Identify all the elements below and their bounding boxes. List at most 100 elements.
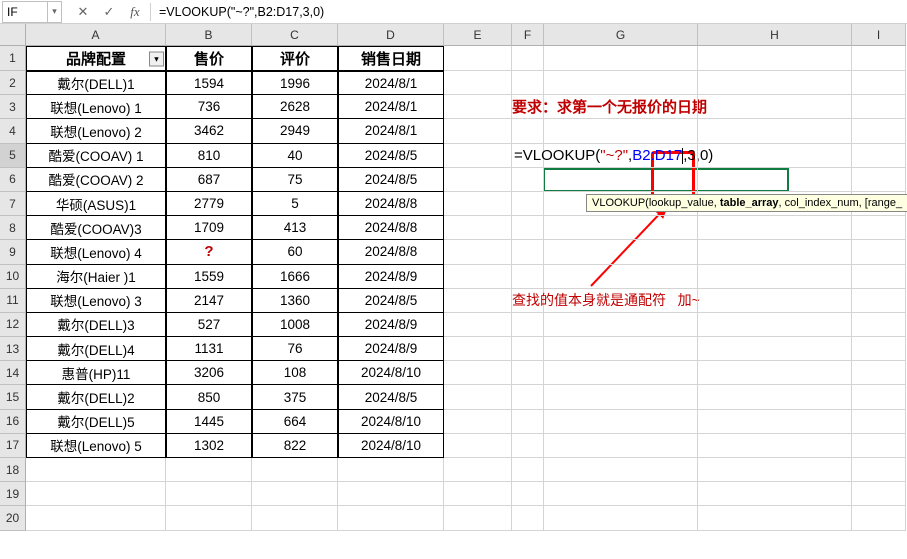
cell-I9[interactable]	[852, 240, 906, 264]
cell-B13[interactable]: 1131	[166, 337, 252, 361]
row-header-14[interactable]: 14	[0, 361, 26, 385]
cell-B10[interactable]: 1559	[166, 265, 252, 289]
row-header-13[interactable]: 13	[0, 337, 26, 361]
row-header-8[interactable]: 8	[0, 216, 26, 240]
cell-E11[interactable]	[444, 289, 512, 313]
cell-B15[interactable]: 850	[166, 385, 252, 409]
cell-D5[interactable]: 2024/8/5	[338, 144, 444, 168]
row-header-19[interactable]: 19	[0, 482, 26, 506]
cell-G5[interactable]	[544, 144, 698, 168]
cell-E16[interactable]	[444, 410, 512, 434]
cell-E2[interactable]	[444, 71, 512, 95]
cell-F5[interactable]: =VLOOKUP("~?",B2:D17,3,0)	[512, 144, 544, 168]
cell-I11[interactable]	[852, 289, 906, 313]
cell-D13[interactable]: 2024/8/9	[338, 337, 444, 361]
cell-A2[interactable]: 戴尔(DELL)1	[26, 71, 166, 95]
cell-B6[interactable]: 687	[166, 168, 252, 192]
cell-D15[interactable]: 2024/8/5	[338, 385, 444, 409]
cell-F6[interactable]	[512, 168, 544, 192]
cell-C10[interactable]: 1666	[252, 265, 338, 289]
cell-C7[interactable]: 5	[252, 192, 338, 216]
cell-H18[interactable]	[698, 458, 852, 482]
cell-F12[interactable]	[512, 313, 544, 337]
cell-I20[interactable]	[852, 506, 906, 530]
cell-I8[interactable]	[852, 216, 906, 240]
cell-I13[interactable]	[852, 337, 906, 361]
cell-A14[interactable]: 惠普(HP)11	[26, 361, 166, 385]
cell-D3[interactable]: 2024/8/1	[338, 95, 444, 119]
cell-C14[interactable]: 108	[252, 361, 338, 385]
cell-I1[interactable]	[852, 46, 906, 71]
cell-D19[interactable]	[338, 482, 444, 506]
cell-G8[interactable]	[544, 216, 698, 240]
cell-H15[interactable]	[698, 385, 852, 409]
cell-C13[interactable]: 76	[252, 337, 338, 361]
cell-D12[interactable]: 2024/8/9	[338, 313, 444, 337]
cell-A18[interactable]	[26, 458, 166, 482]
cell-H13[interactable]	[698, 337, 852, 361]
cell-A16[interactable]: 戴尔(DELL)5	[26, 410, 166, 434]
cell-B4[interactable]: 3462	[166, 119, 252, 143]
cell-F8[interactable]	[512, 216, 544, 240]
cell-G14[interactable]	[544, 361, 698, 385]
cell-A13[interactable]: 戴尔(DELL)4	[26, 337, 166, 361]
cell-I12[interactable]	[852, 313, 906, 337]
row-header-5[interactable]: 5	[0, 144, 26, 168]
cell-D14[interactable]: 2024/8/10	[338, 361, 444, 385]
cell-D17[interactable]: 2024/8/10	[338, 434, 444, 458]
cell-B8[interactable]: 1709	[166, 216, 252, 240]
row-header-15[interactable]: 15	[0, 385, 26, 409]
cell-G12[interactable]	[544, 313, 698, 337]
cell-D4[interactable]: 2024/8/1	[338, 119, 444, 143]
cell-H16[interactable]	[698, 410, 852, 434]
cell-E10[interactable]	[444, 265, 512, 289]
cell-F2[interactable]	[512, 71, 544, 95]
cell-G16[interactable]	[544, 410, 698, 434]
fx-icon[interactable]: fx	[122, 1, 148, 23]
cell-I2[interactable]	[852, 71, 906, 95]
cell-C4[interactable]: 2949	[252, 119, 338, 143]
cell-G13[interactable]	[544, 337, 698, 361]
cell-A9[interactable]: 联想(Lenovo) 4	[26, 240, 166, 264]
cell-A6[interactable]: 酷爱(COOAV) 2	[26, 168, 166, 192]
formula-input[interactable]: =VLOOKUP("~?",B2:D17,3,0)	[153, 1, 907, 23]
cell-C19[interactable]	[252, 482, 338, 506]
cell-A3[interactable]: 联想(Lenovo) 1	[26, 95, 166, 119]
cell-E5[interactable]	[444, 144, 512, 168]
cell-B18[interactable]	[166, 458, 252, 482]
cell-D8[interactable]: 2024/8/8	[338, 216, 444, 240]
cell-C20[interactable]	[252, 506, 338, 530]
cell-H10[interactable]	[698, 265, 852, 289]
cell-G11[interactable]	[544, 289, 698, 313]
cell-H2[interactable]	[698, 71, 852, 95]
cell-A8[interactable]: 酷爱(COOAV)3	[26, 216, 166, 240]
cell-I4[interactable]	[852, 119, 906, 143]
cell-G9[interactable]	[544, 240, 698, 264]
cell-F1[interactable]	[512, 46, 544, 71]
cell-B11[interactable]: 2147	[166, 289, 252, 313]
cell-H11[interactable]	[698, 289, 852, 313]
cell-G10[interactable]	[544, 265, 698, 289]
row-header-20[interactable]: 20	[0, 506, 26, 530]
cell-A11[interactable]: 联想(Lenovo) 3	[26, 289, 166, 313]
row-header-2[interactable]: 2	[0, 71, 26, 95]
cell-I15[interactable]	[852, 385, 906, 409]
cell-E19[interactable]	[444, 482, 512, 506]
cell-G18[interactable]	[544, 458, 698, 482]
cell-G2[interactable]	[544, 71, 698, 95]
cell-B12[interactable]: 527	[166, 313, 252, 337]
cell-G17[interactable]	[544, 434, 698, 458]
cell-C16[interactable]: 664	[252, 410, 338, 434]
col-header-G[interactable]: G	[544, 24, 698, 46]
row-header-6[interactable]: 6	[0, 168, 26, 192]
cell-H20[interactable]	[698, 506, 852, 530]
cell-I19[interactable]	[852, 482, 906, 506]
col-header-E[interactable]: E	[444, 24, 512, 46]
row-header-7[interactable]: 7	[0, 192, 26, 216]
cell-A5[interactable]: 酷爱(COOAV) 1	[26, 144, 166, 168]
name-box[interactable]: IF	[2, 1, 48, 23]
cell-E9[interactable]	[444, 240, 512, 264]
name-box-dropdown[interactable]: ▾	[48, 1, 62, 23]
cell-A1[interactable]: 品牌配置▾	[26, 46, 166, 71]
cell-I5[interactable]	[852, 144, 906, 168]
